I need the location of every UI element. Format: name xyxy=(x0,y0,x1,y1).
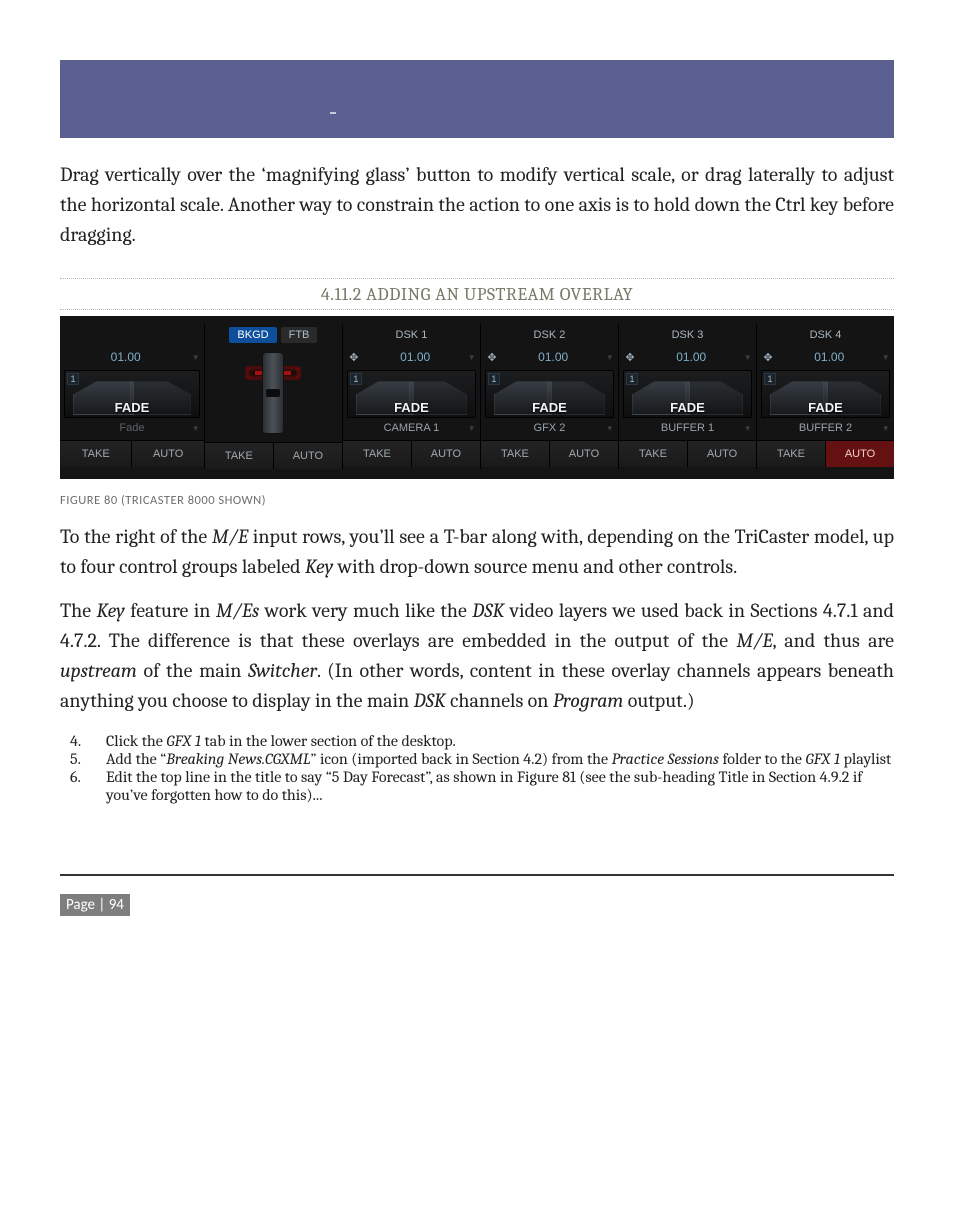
dsk3-effect-index: 1 xyxy=(626,373,638,385)
main-effect-index: 1 xyxy=(67,373,79,385)
dsk4-effect-thumb[interactable]: 1 FADE xyxy=(761,370,890,418)
intro-paragraph: Drag vertically over the ‘magnifying gla… xyxy=(60,160,894,250)
dsk3-take-button[interactable]: TAKE xyxy=(619,441,688,467)
chevron-down-icon[interactable]: ▾ xyxy=(469,423,474,434)
dsk4-auto-button[interactable]: AUTO xyxy=(826,441,894,467)
header-bar xyxy=(60,60,894,138)
dsk2-take-button[interactable]: TAKE xyxy=(481,441,550,467)
dsk4-effect-label: FADE xyxy=(762,400,889,415)
tbar-take-button[interactable]: TAKE xyxy=(205,443,274,469)
main-effect-thumb[interactable]: 1 FADE xyxy=(64,370,200,418)
tbar-handle[interactable] xyxy=(262,352,284,434)
dsk1-title: DSK 1 xyxy=(347,327,476,343)
dsk3-source: BUFFER 1 xyxy=(661,422,714,434)
dsk4-effect-index: 1 xyxy=(764,373,776,385)
dsk4-take-button[interactable]: TAKE xyxy=(757,441,826,467)
main-effect-label: FADE xyxy=(65,400,199,415)
dsk3-auto-button[interactable]: AUTO xyxy=(688,441,756,467)
chevron-down-icon[interactable]: ▾ xyxy=(193,352,198,363)
dsk1-take-button[interactable]: TAKE xyxy=(343,441,412,467)
step-4: 4. Click the GFX 1 tab in the lower sect… xyxy=(106,732,894,750)
chevron-down-icon[interactable]: ▾ xyxy=(745,423,750,434)
dsk1-column: DSK 1 ✥ 01.00 ▾ 1 FADE CAMERA 1 ▾ T xyxy=(342,324,480,469)
chevron-down-icon[interactable]: ▾ xyxy=(193,423,198,434)
paragraph-me-description: To the right of the M/E input rows, you’… xyxy=(60,522,894,582)
bkgd-chip[interactable]: BKGD xyxy=(229,327,276,343)
steps-list: 4. Click the GFX 1 tab in the lower sect… xyxy=(60,732,894,804)
dsk2-effect-index: 1 xyxy=(488,373,500,385)
dsk3-column: DSK 3 ✥ 01.00 ▾ 1 FADE BUFFER 1 ▾ T xyxy=(618,324,756,469)
dsk2-title: DSK 2 xyxy=(485,327,614,343)
main-source-label: Fade xyxy=(119,422,144,434)
dsk2-effect-label: FADE xyxy=(486,400,613,415)
main-top-spacer xyxy=(60,324,204,346)
step-5: 5. Add the “Breaking News.CGXML” icon (i… xyxy=(106,750,894,768)
tbar-column: BKGD FTB TAKE AUTO xyxy=(204,324,342,469)
dsk4-time: 01.00 xyxy=(781,350,878,364)
section-title-rule: 4.11.2 ADDING AN UPSTREAM OVERLAY xyxy=(60,278,894,310)
tbar[interactable] xyxy=(205,346,342,440)
footer-rule xyxy=(60,874,894,876)
tbar-auto-button[interactable]: AUTO xyxy=(274,443,342,469)
dsk3-effect-label: FADE xyxy=(624,400,751,415)
figure-caption: FIGURE 80 (TRICASTER 8000 SHOWN) xyxy=(60,493,894,508)
dsk1-source-row[interactable]: CAMERA 1 ▾ xyxy=(343,418,480,438)
step5-number: 5. xyxy=(70,750,81,768)
page-number: Page | 94 xyxy=(60,894,130,916)
dsk2-column: DSK 2 ✥ 01.00 ▾ 1 FADE GFX 2 ▾ TAKE xyxy=(480,324,618,469)
dsk4-source: BUFFER 2 xyxy=(799,422,852,434)
dsk3-source-row[interactable]: BUFFER 1 ▾ xyxy=(619,418,756,438)
dsk1-source: CAMERA 1 xyxy=(384,422,440,434)
chevron-down-icon[interactable]: ▾ xyxy=(745,352,750,363)
main-source-row[interactable]: Fade ▾ xyxy=(60,418,204,438)
step4-number: 4. xyxy=(70,732,81,750)
dsk2-source-row[interactable]: GFX 2 ▾ xyxy=(481,418,618,438)
step-6: 6. Edit the top line in the title to say… xyxy=(106,768,894,804)
dsk3-time-row[interactable]: ✥ 01.00 ▾ xyxy=(619,346,756,368)
dsk2-auto-button[interactable]: AUTO xyxy=(550,441,618,467)
dsk3-title: DSK 3 xyxy=(623,327,752,343)
dsk1-time: 01.00 xyxy=(367,350,464,364)
main-time-row[interactable]: 01.00 ▾ xyxy=(60,346,204,368)
dsk1-effect-label: FADE xyxy=(348,400,475,415)
step6-number: 6. xyxy=(70,768,81,786)
dsk4-title: DSK 4 xyxy=(761,327,890,343)
move-icon[interactable]: ✥ xyxy=(623,351,637,364)
main-auto-button[interactable]: AUTO xyxy=(132,441,203,467)
main-time: 01.00 xyxy=(64,350,187,364)
dsk1-effect-thumb[interactable]: 1 FADE xyxy=(347,370,476,418)
main-take-button[interactable]: TAKE xyxy=(60,441,132,467)
move-icon[interactable]: ✥ xyxy=(761,351,775,364)
paragraph-key-feature: The Key feature in M/Es work very much l… xyxy=(60,596,894,716)
dsk4-column: DSK 4 ✥ 01.00 ▾ 1 FADE BUFFER 2 ▾ T xyxy=(756,324,894,469)
dsk2-time: 01.00 xyxy=(505,350,602,364)
header-tick xyxy=(330,112,336,114)
dsk1-time-row[interactable]: ✥ 01.00 ▾ xyxy=(343,346,480,368)
dsk3-effect-thumb[interactable]: 1 FADE xyxy=(623,370,752,418)
chevron-down-icon[interactable]: ▾ xyxy=(469,352,474,363)
chevron-down-icon[interactable]: ▾ xyxy=(607,352,612,363)
figure-80: 01.00 ▾ 1 FADE Fade ▾ TAKE AUTO xyxy=(60,316,894,479)
dsk1-effect-index: 1 xyxy=(350,373,362,385)
ftb-chip[interactable]: FTB xyxy=(281,327,318,343)
move-icon[interactable]: ✥ xyxy=(347,351,361,364)
dsk2-effect-thumb[interactable]: 1 FADE xyxy=(485,370,614,418)
main-transition-column: 01.00 ▾ 1 FADE Fade ▾ TAKE AUTO xyxy=(60,324,204,469)
dsk2-source: GFX 2 xyxy=(534,422,566,434)
chevron-down-icon[interactable]: ▾ xyxy=(884,423,889,434)
dsk2-time-row[interactable]: ✥ 01.00 ▾ xyxy=(481,346,618,368)
chevron-down-icon[interactable]: ▾ xyxy=(884,352,889,363)
dsk4-source-row[interactable]: BUFFER 2 ▾ xyxy=(757,418,894,438)
dsk4-time-row[interactable]: ✥ 01.00 ▾ xyxy=(757,346,894,368)
move-icon[interactable]: ✥ xyxy=(485,351,499,364)
dsk3-time: 01.00 xyxy=(643,350,740,364)
dsk1-auto-button[interactable]: AUTO xyxy=(412,441,480,467)
chevron-down-icon[interactable]: ▾ xyxy=(607,423,612,434)
section-title: 4.11.2 ADDING AN UPSTREAM OVERLAY xyxy=(321,284,633,305)
